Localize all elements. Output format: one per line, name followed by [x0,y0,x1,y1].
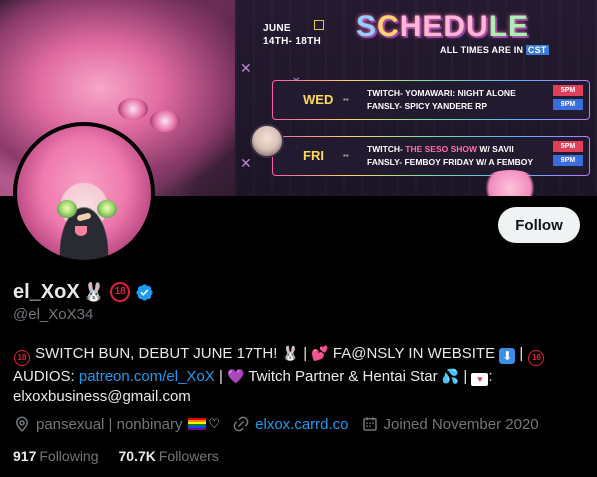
bio-text: AUDIOS: [13,368,79,385]
profile-bio: 18 SWITCH BUN, DEBUT JUNE 17TH! 🐰 | 💕 FA… [13,343,583,407]
followers-label: Followers [158,448,219,464]
following-label: Following [39,448,99,464]
profile-website: elxox.carrd.co [232,415,349,433]
followers-count: 70.7K [118,448,156,464]
banner-art-eye [118,98,148,120]
schedule-row-wed: WED ▪▪ TWITCH- YOMAWARI: NIGHT ALONE FAN… [272,80,590,120]
bio-line-1: 18 SWITCH BUN, DEBUT JUNE 17TH! 🐰 | 💕 FA… [13,343,583,366]
schedule-title-part: LE [488,10,530,43]
bio-text: : [488,368,493,385]
schedule-line: TWITCH- YOMAWARI: NIGHT ALONE [367,88,516,98]
website-link[interactable]: elxox.carrd.co [255,416,348,433]
avatar-eye [97,200,117,218]
schedule-title-part: HEDU [399,10,489,43]
x-decoration-icon: ✕ [240,155,252,171]
schedule-time: 9PM [553,155,583,166]
bio-line-2: AUDIOS: patreon.com/el_XoX | 💜 Twitch Pa… [13,366,583,387]
bio-text: FA@NSLY IN WEBSITE [328,345,500,362]
purple-heart-emoji-icon: 💜 [227,368,245,384]
pride-flag-icon [187,418,206,430]
avatar-tongue [75,226,87,236]
link-icon [233,416,249,432]
banner-art-eye [150,110,180,132]
bio-text: | [299,345,312,362]
schedule-date-month: JUNE [263,23,291,34]
location-text: pansexual | nonbinary [36,415,183,433]
schedule-mark-icon: ▪▪ [343,95,349,104]
profile-handle: @el_XoX34 [13,306,94,323]
profile-meta: pansexual | nonbinary ♡ elxox.carrd.co J… [13,414,551,434]
schedule-lines: TWITCH- YOMAWARI: NIGHT ALONE FANSLY- SP… [367,87,516,113]
profile-location: pansexual | nonbinary ♡ [13,415,220,433]
schedule-day: WED [303,92,334,107]
schedule-checkbox-deco [314,20,324,30]
schedule-date: JUNE 14TH- 18TH [263,22,321,48]
white-heart-emoji-icon: ♡ [208,416,221,431]
banner-chibi-character [480,170,540,196]
schedule-title: SCHEDULE [356,10,529,44]
schedule-date-range: 14TH- 18TH [263,36,322,47]
follow-button[interactable]: Follow [498,207,580,243]
18-plus-icon: 18 [14,350,30,366]
18-plus-icon: 18 [110,282,131,302]
rabbit-emoji-icon: 🐰 [82,281,106,302]
schedule-timezone-note: ALL TIMES ARE IN CST [440,45,549,55]
schedule-time: 9PM [553,99,583,110]
banner-chibi-portrait [250,124,284,158]
profile-stats: 917 Following 70.7K Followers [13,446,239,466]
following-count: 917 [13,448,37,464]
display-name: el_XoX [13,280,80,303]
x-decoration-icon: ✕ [240,60,252,76]
love-letter-emoji-icon: ♥ [471,373,489,386]
schedule-day: FRI [303,148,324,163]
down-arrow-emoji-icon: ⬇ [499,348,516,364]
18-plus-icon: 18 [528,350,545,366]
schedule-timezone-prefix: ALL TIMES ARE IN [440,45,526,55]
rabbit-emoji-icon: 🐰 [281,345,300,361]
schedule-lines: TWITCH- THE SESO SHOW W/ SAVII FANSLY- F… [367,143,533,169]
schedule-line-part: TWITCH- [367,144,406,154]
avatar-eye [57,200,77,218]
schedule-line: TWITCH- THE SESO SHOW W/ SAVII [367,143,533,156]
schedule-line: FANSLY- FEMBOY FRIDAY W/ A FEMBOY [367,157,534,167]
bio-line-3: elxoxbusiness@gmail.com [13,388,191,405]
verified-badge-icon[interactable] [135,283,154,302]
calendar-icon [362,417,377,431]
schedule-title-part: C [377,10,400,43]
schedule-timezone: CST [525,45,549,55]
two-hearts-emoji-icon: 💕 [311,345,329,361]
schedule-title-part: S [356,10,378,43]
bio-text: Twitch Partner & Hentai Star [244,368,442,385]
bio-text: | [515,345,528,362]
profile-name-row: el_XoX 🐰 18 [13,279,154,305]
schedule-line-highlight: THE SESO SHOW [405,144,478,154]
schedule-time: 5PM [553,85,583,96]
avatar-bandaid [76,212,92,222]
bio-text: | [214,368,228,385]
location-icon [16,416,28,432]
sweat-droplets-emoji-icon: 💦 [441,368,460,384]
joined-date: Joined November 2020 [383,415,539,433]
patreon-link[interactable]: patreon.com/el_XoX [79,368,215,385]
bio-text: SWITCH BUN, DEBUT JUNE 17TH! [31,345,282,362]
schedule-line-part: W/ SAVII [477,144,514,154]
schedule-mark-icon: ▪▪ [343,151,349,160]
schedule-times: 5PM 9PM [553,141,583,169]
profile-avatar[interactable] [13,122,155,264]
schedule-row-fri: FRI ▪▪ TWITCH- THE SESO SHOW W/ SAVII FA… [272,136,590,176]
schedule-time: 5PM [553,141,583,152]
following-link[interactable]: 917 Following [13,448,99,464]
schedule-times: 5PM 9PM [553,85,583,113]
followers-link[interactable]: 70.7K Followers [119,448,219,464]
schedule-line: FANSLY- SPICY YANDERE RP [367,101,487,111]
profile-joined: Joined November 2020 [361,415,539,433]
bio-text: | [459,368,472,385]
